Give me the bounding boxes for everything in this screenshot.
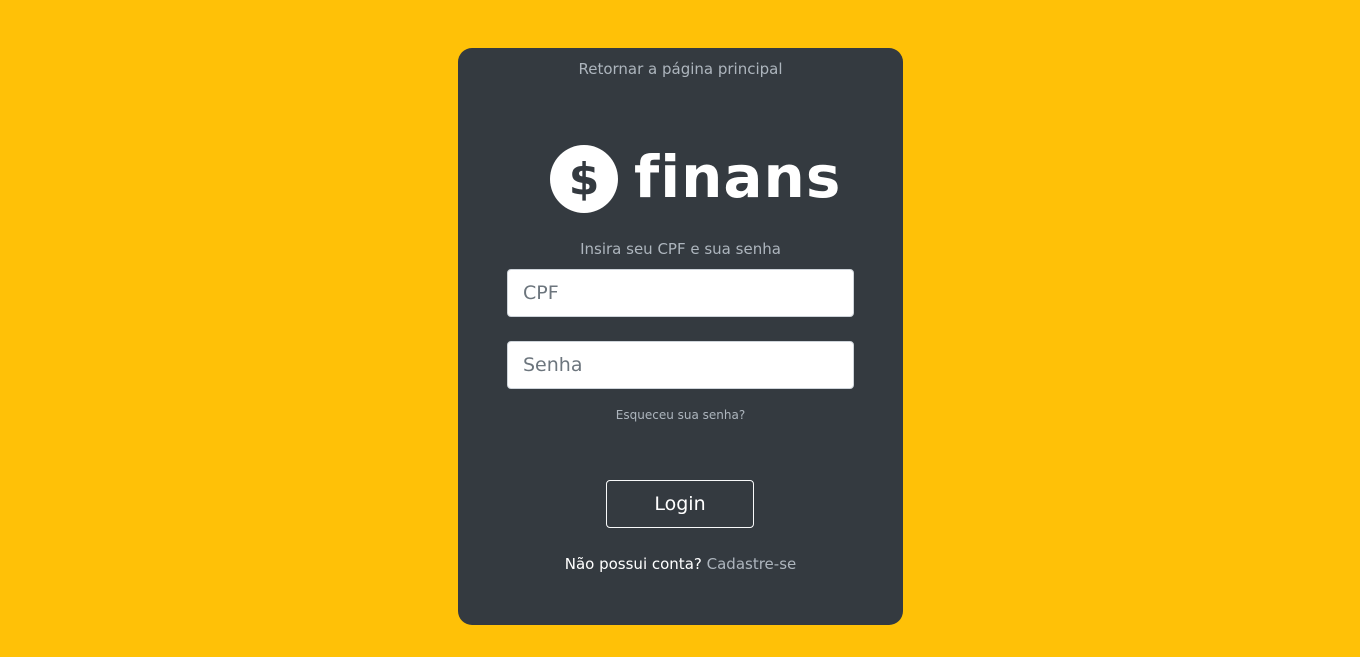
cpf-input[interactable] <box>507 269 854 317</box>
signup-link[interactable]: Cadastre-se <box>707 555 797 573</box>
login-card: Retornar a página principal $ finans Ins… <box>458 48 903 625</box>
login-button[interactable]: Login <box>606 480 754 528</box>
signup-row: Não possui conta? Cadastre-se <box>458 555 903 573</box>
svg-text:$: $ <box>569 154 600 205</box>
signup-prompt: Não possui conta? <box>564 555 702 573</box>
brand-logo: $ finans <box>550 145 841 213</box>
login-instruction: Insira seu CPF e sua senha <box>580 240 781 258</box>
forgot-password-link[interactable]: Esqueceu sua senha? <box>458 408 903 422</box>
password-input[interactable] <box>507 341 854 389</box>
back-to-home-link[interactable]: Retornar a página principal <box>458 60 903 78</box>
brand-name: finans <box>634 143 842 211</box>
dollar-circle-icon: $ <box>550 145 618 213</box>
